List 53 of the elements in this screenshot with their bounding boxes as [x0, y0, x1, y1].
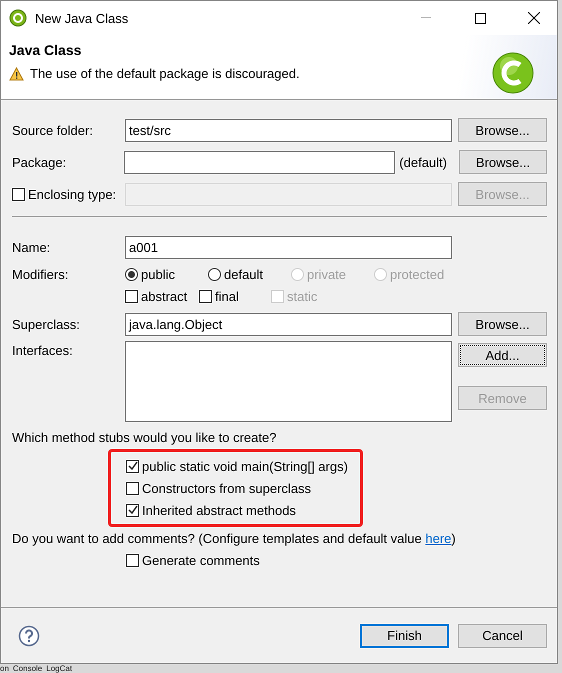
help-icon[interactable]	[18, 624, 40, 646]
field-label: Superclass:	[12, 316, 80, 332]
page-title: Java Class	[9, 42, 82, 58]
radio-label: protected	[390, 266, 444, 282]
checkbox-label: Inherited abstract methods	[142, 502, 296, 518]
comments-question: Do you want to add comments? (Configure templates and default value here)	[12, 530, 456, 546]
browse-button[interactable]: Browse...	[459, 150, 547, 174]
name-field[interactable]: a001	[125, 236, 452, 258]
finish-button[interactable]: Finish	[360, 624, 449, 648]
radio-label: public	[141, 266, 175, 282]
stubs-question: Which method stubs would you like to create?	[12, 430, 276, 444]
field-label: Modifiers:	[12, 266, 68, 282]
browse-button[interactable]: Browse...	[458, 118, 547, 142]
default-hint: (default)	[398, 154, 448, 170]
checkbox[interactable]	[126, 504, 139, 516]
here-link[interactable]: here	[425, 530, 452, 546]
radio-label: private	[307, 266, 346, 282]
package-field[interactable]	[124, 150, 395, 174]
window-title: New Java Class	[35, 10, 130, 26]
field-label: Source folder:	[12, 122, 93, 138]
checkbox-label: abstract	[141, 288, 188, 304]
interfaces-list[interactable]	[125, 341, 452, 422]
background-tab[interactable]: on	[0, 664, 9, 673]
checkbox[interactable]	[199, 290, 212, 302]
radio-label: default	[224, 266, 264, 282]
field-label: Interfaces:	[12, 343, 73, 358]
add-button[interactable]: Add...	[458, 343, 547, 367]
background-tab[interactable]: Console	[12, 664, 42, 673]
cancel-button[interactable]: Cancel	[458, 624, 547, 648]
maximize-icon[interactable]	[474, 12, 486, 24]
checkbox-label: Constructors from superclass	[142, 480, 312, 496]
warning-icon	[9, 66, 24, 80]
radio-button[interactable]	[125, 268, 138, 280]
browse-button[interactable]: Browse...	[458, 312, 547, 336]
checkbox-label: public static void main(String[] args)	[142, 458, 348, 474]
field-label: Package:	[12, 154, 66, 170]
class-logo-icon	[491, 51, 535, 95]
radio-button[interactable]	[208, 268, 221, 280]
checkbox[interactable]	[126, 554, 139, 566]
close-icon[interactable]	[528, 12, 540, 24]
superclass-field[interactable]: java.lang.Object	[125, 312, 452, 336]
app-icon	[9, 9, 27, 27]
checkbox-label: final	[215, 288, 239, 304]
checkbox-label: Generate comments	[142, 552, 260, 568]
checkbox[interactable]	[126, 482, 139, 494]
field-label: Name:	[12, 240, 50, 254]
checkbox-label: static	[287, 288, 318, 304]
checkbox[interactable]	[125, 290, 138, 302]
checkbox[interactable]	[126, 460, 139, 472]
warning-message: The use of the default package is discouraged.	[30, 66, 300, 81]
checkbox-label: Enclosing type:	[28, 186, 116, 202]
background-tab[interactable]: LogCat	[46, 664, 72, 673]
source-folder-field[interactable]: test/src	[125, 118, 452, 142]
